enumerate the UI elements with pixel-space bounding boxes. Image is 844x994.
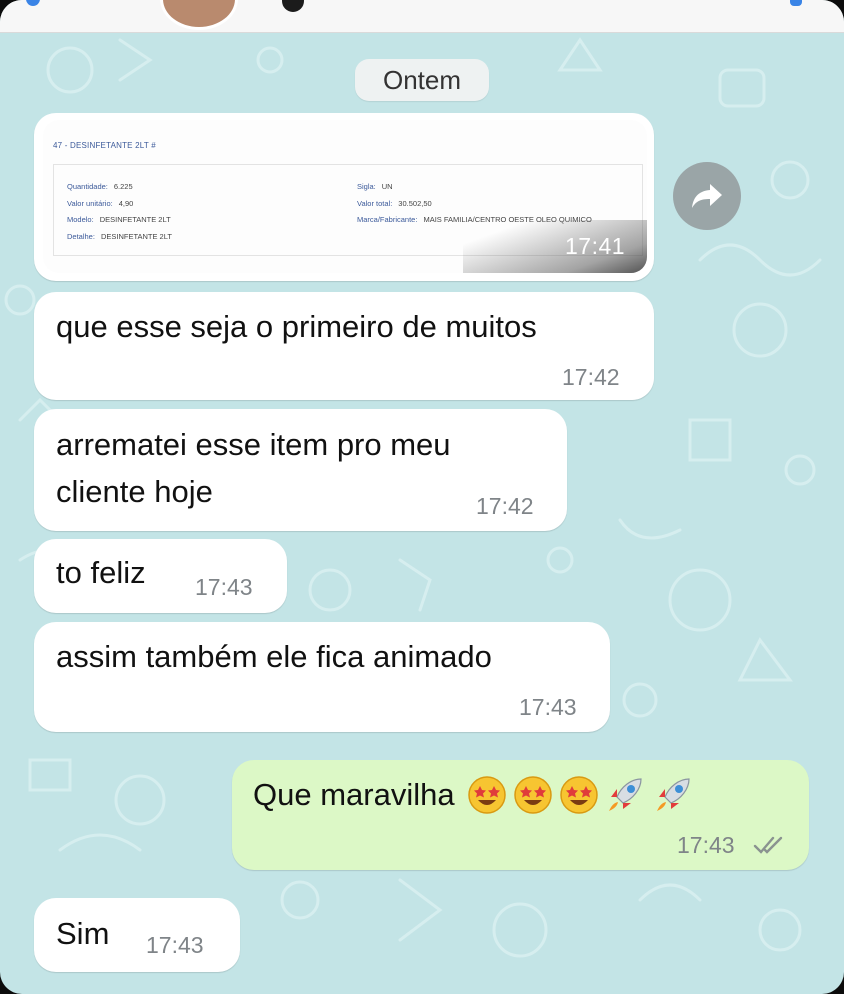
star-struck-emoji <box>559 776 598 814</box>
forward-button[interactable] <box>673 162 741 230</box>
message-content: Que maravilha <box>253 770 695 820</box>
message-time: 17:42 <box>562 364 620 390</box>
message-text: to feliz <box>56 555 146 590</box>
chat-window: Ontem 47 - DESINFETANTE 2LT # Quantidade… <box>0 0 844 994</box>
message-time: 17:43 <box>519 694 577 720</box>
doc-field: Modelo: DESINFETANTE 2LT <box>67 215 171 224</box>
document-screenshot[interactable]: 47 - DESINFETANTE 2LT # Quantidade: 6.225… <box>43 120 647 273</box>
star-struck-emoji <box>513 776 552 814</box>
message-text: Que maravilha <box>253 777 455 812</box>
message-text: Sim <box>56 916 110 951</box>
doc-field: Sigla: UN <box>357 182 393 191</box>
star-struck-emoji <box>467 776 506 814</box>
date-divider: Ontem <box>355 59 489 101</box>
message-text: cliente hoje <box>56 474 213 509</box>
forward-share-icon <box>692 184 722 208</box>
message-text: arrematei esse item pro meu <box>56 427 451 462</box>
message-time: 17:43 <box>195 574 253 600</box>
doc-field: Valor unitário: 4,90 <box>67 199 134 208</box>
rocket-emoji <box>608 778 642 811</box>
double-check-icon <box>753 836 783 854</box>
back-icon[interactable] <box>26 0 40 6</box>
message-time: 17:43 <box>677 832 735 858</box>
doc-field: Valor total: 30.502,50 <box>357 199 432 208</box>
message-time: 17:41 <box>565 233 626 259</box>
chat-header <box>0 0 844 33</box>
call-icon[interactable] <box>790 0 802 6</box>
document-title: 47 - DESINFETANTE 2LT # <box>53 141 156 150</box>
contact-name-fragment[interactable] <box>282 0 304 12</box>
message-time: 17:43 <box>146 932 204 958</box>
message-text: assim também ele fica animado <box>56 639 492 674</box>
message-time: 17:42 <box>476 493 534 519</box>
doc-field: Detalhe: DESINFETANTE 2LT <box>67 232 172 241</box>
avatar[interactable] <box>160 0 238 30</box>
message-text: que esse seja o primeiro de muitos <box>56 309 537 344</box>
rocket-emoji <box>656 778 690 811</box>
doc-field: Quantidade: 6.225 <box>67 182 133 191</box>
